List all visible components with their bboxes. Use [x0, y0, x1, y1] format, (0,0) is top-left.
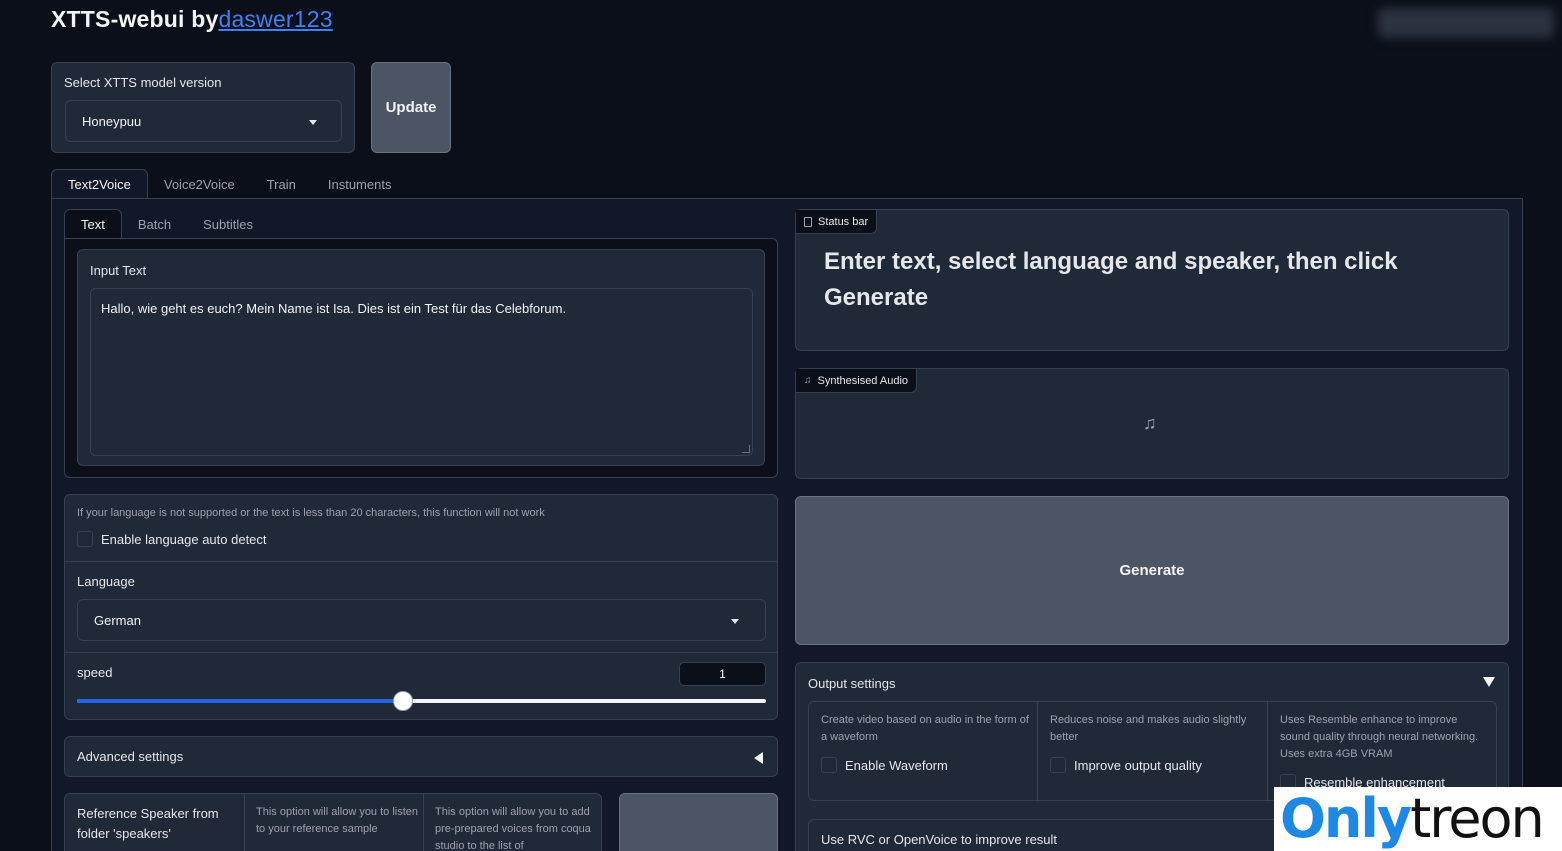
auto-detect-label: Enable language auto detect [101, 531, 267, 547]
language-select-dropdown[interactable]: German [77, 599, 766, 641]
audio-panel: ♫ Synthesised Audio ♫ [795, 368, 1509, 479]
speaker-label: Reference Speaker from folder 'speakers' [77, 806, 219, 841]
speed-slider-thumb[interactable] [393, 691, 413, 711]
speed-value: 1 [719, 667, 726, 681]
language-panel: If your language is not supported or the… [64, 494, 778, 720]
waveform-label: Enable Waveform [845, 757, 948, 773]
language-autodetect-note: If your language is not supported or the… [77, 507, 545, 519]
tab-text2voice[interactable]: Text2Voice [51, 169, 148, 199]
output-settings-label[interactable]: Output settings [808, 676, 895, 691]
input-text-panel: Input Text Hallo, wie geht es euch? Mein… [77, 249, 765, 466]
tab-train-label: Train [266, 176, 296, 192]
speaker-divider-2 [423, 794, 424, 851]
language-select-value: German [94, 612, 141, 628]
speed-slider-track[interactable] [77, 691, 766, 711]
advanced-settings-accordion[interactable]: Advanced settings [64, 736, 778, 777]
speaker-divider-1 [244, 794, 245, 851]
speaker-action-button[interactable] [619, 793, 778, 851]
rvc-label[interactable]: Use RVC or OpenVoice to improve result [821, 832, 1057, 847]
expand-arrow-icon[interactable] [1483, 677, 1495, 687]
watermark-part1: Only [1280, 787, 1412, 850]
speed-slider-fill [77, 699, 403, 703]
output-options-row: Create video based on audio in the form … [808, 701, 1497, 802]
resemble-desc: Uses Resemble enhance to improve sound q… [1280, 714, 1479, 760]
input-text-label: Input Text [90, 263, 147, 278]
document-icon [804, 216, 812, 227]
sub-tabs: Text Batch Subtitles [64, 209, 269, 239]
speaker-note-1: This option will allow you to listen to … [256, 806, 419, 835]
auto-detect-row[interactable]: Enable language auto detect [77, 531, 267, 547]
model-select-dropdown[interactable]: Honeypuu [65, 100, 342, 142]
waveform-checkbox[interactable] [821, 757, 837, 773]
status-bar-badge: Status bar [796, 210, 878, 234]
quality-label: Improve output quality [1074, 757, 1202, 773]
audio-badge: ♫ Synthesised Audio [796, 369, 918, 393]
tab-text[interactable]: Text [64, 209, 122, 239]
music-note-icon-small: ♫ [804, 375, 812, 386]
auto-detect-checkbox[interactable] [77, 531, 93, 547]
tab-instuments-label: Instuments [327, 176, 392, 192]
speaker-note-2: This option will allow you to add pre-pr… [435, 806, 591, 851]
status-bar-label: Status bar [818, 215, 869, 228]
app-title-text: XTTS-webui by [51, 6, 219, 32]
chevron-down-icon [309, 120, 317, 125]
speed-divider [65, 652, 777, 653]
language-divider [65, 561, 777, 562]
tab-train[interactable]: Train [251, 169, 312, 199]
status-bar-message: Enter text, select language and speaker,… [824, 248, 1398, 311]
output-option-quality: Reduces noise and makes audio slightly b… [1038, 702, 1268, 802]
waveform-desc: Create video based on audio in the form … [821, 714, 1029, 743]
tab-subtitles[interactable]: Subtitles [187, 209, 269, 239]
watermark-part2: treon [1410, 787, 1545, 850]
model-select-panel: Select XTTS model version Honeypuu [51, 62, 355, 153]
speed-number-input[interactable]: 1 [679, 662, 766, 686]
tab-text-label: Text [81, 217, 105, 232]
music-note-icon: ♫ [1143, 413, 1157, 433]
input-text-value: Hallo, wie geht es euch? Mein Name ist I… [101, 301, 567, 316]
quality-checkbox-row[interactable]: Improve output quality [1050, 757, 1202, 773]
onlytreon-watermark: Only treon [1274, 787, 1562, 851]
tab-subtitles-label: Subtitles [203, 216, 253, 232]
tab-instuments[interactable]: Instuments [312, 169, 408, 199]
status-bar-panel: Status bar Enter text, select language a… [795, 209, 1509, 351]
tab-batch[interactable]: Batch [122, 209, 187, 239]
speaker-panel: Reference Speaker from folder 'speakers'… [64, 793, 602, 851]
app-title: XTTS-webui bydaswer123 [51, 6, 333, 33]
quality-desc: Reduces noise and makes audio slightly b… [1050, 714, 1247, 743]
collapse-arrow-icon [754, 752, 763, 764]
tab-batch-label: Batch [137, 216, 172, 232]
quality-checkbox[interactable] [1050, 757, 1066, 773]
blurred-header-area [1378, 8, 1554, 38]
model-select-value: Honeypuu [82, 113, 142, 129]
author-link[interactable]: daswer123 [218, 6, 332, 32]
tab-text2voice-label: Text2Voice [68, 177, 131, 192]
update-button[interactable]: Update [371, 62, 451, 153]
tab-voice2voice[interactable]: Voice2Voice [148, 169, 251, 199]
input-text-area[interactable]: Hallo, wie geht es euch? Mein Name ist I… [90, 288, 753, 456]
speed-label: speed [77, 665, 113, 680]
model-select-label: Select XTTS model version [64, 75, 222, 90]
advanced-settings-label: Advanced settings [77, 749, 184, 764]
generate-button[interactable]: Generate [795, 496, 1509, 645]
chevron-down-icon [731, 619, 739, 624]
waveform-checkbox-row[interactable]: Enable Waveform [821, 757, 948, 773]
main-tabs: Text2Voice Voice2Voice Train Instuments [51, 169, 407, 199]
tab-voice2voice-label: Voice2Voice [163, 176, 235, 192]
resize-handle-icon[interactable] [742, 445, 750, 453]
audio-label: Synthesised Audio [817, 374, 909, 387]
output-option-waveform: Create video based on audio in the form … [809, 702, 1038, 802]
language-label: Language [77, 574, 135, 589]
